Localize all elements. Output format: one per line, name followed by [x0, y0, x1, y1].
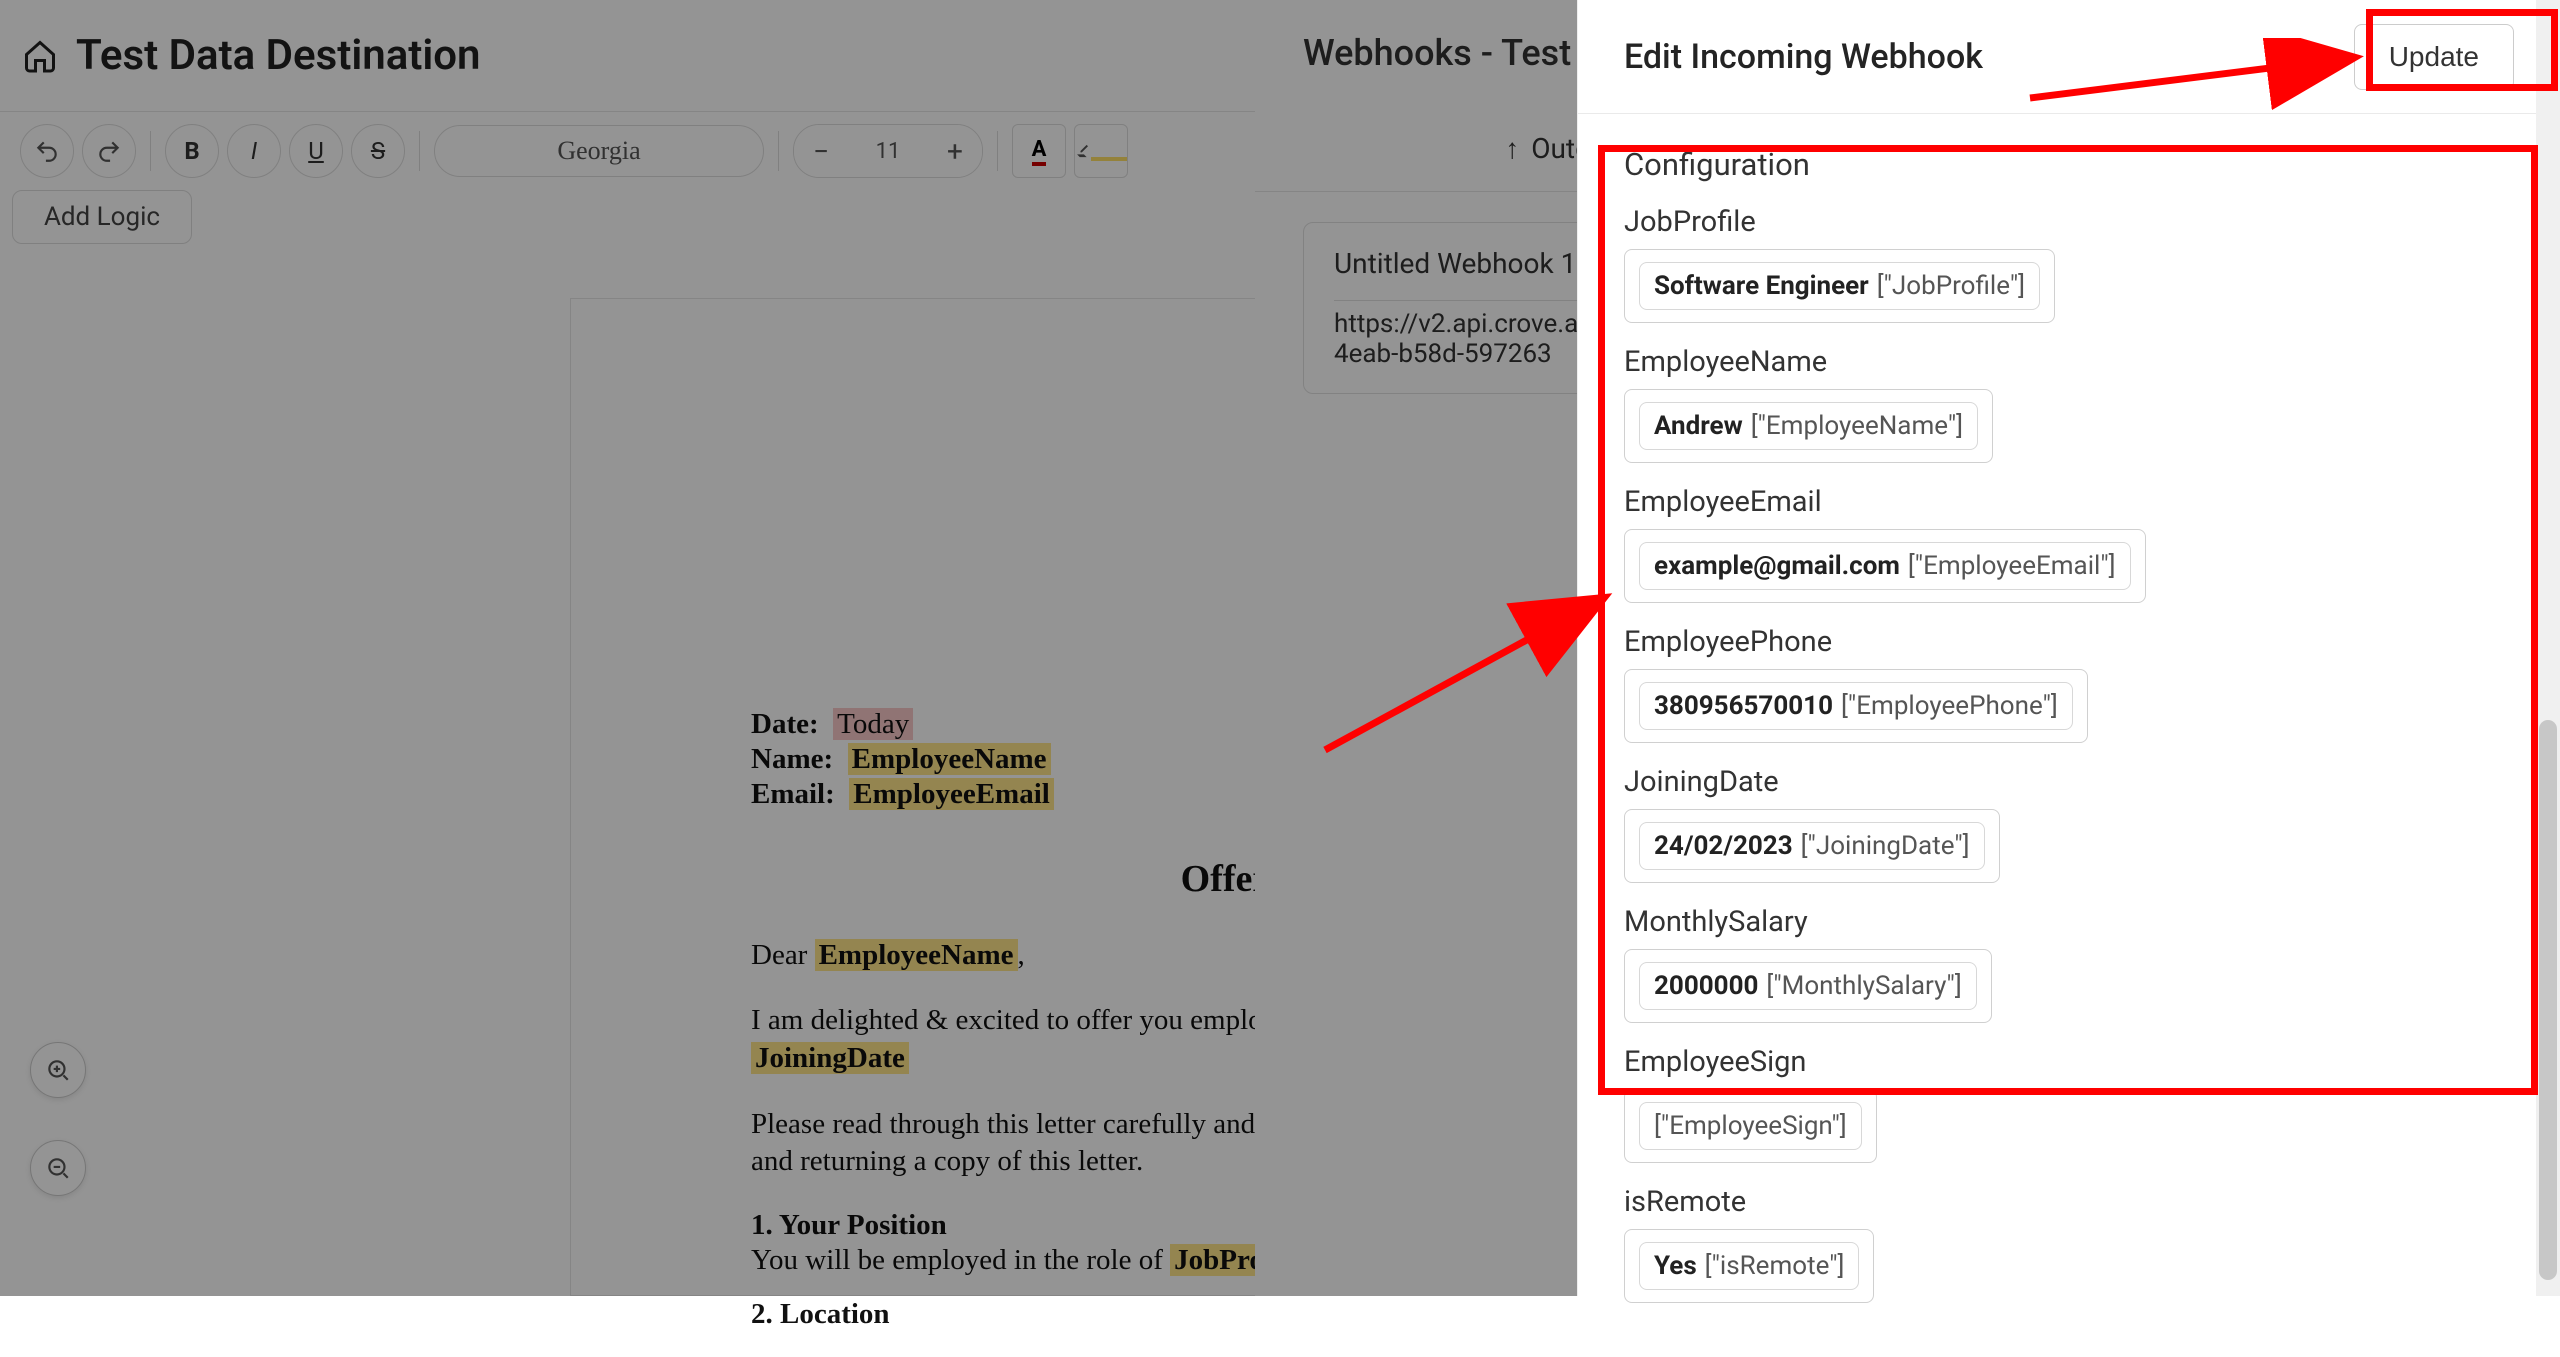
config-value-pill[interactable]: ["EmployeeSign"] [1639, 1102, 1862, 1150]
config-value: 2000000 [1654, 971, 1758, 1001]
config-field-employeesign: EmployeeSign ["EmployeeSign"] [1624, 1045, 2514, 1163]
config-field-employeephone: EmployeePhone 380956570010 ["EmployeePhone… [1624, 625, 2514, 743]
config-field-jobprofile: JobProfile Software Engineer ["JobProfile"… [1624, 205, 2514, 323]
name-label: Name: [751, 743, 833, 775]
separator [150, 131, 151, 171]
page-title: Test Data Destination [76, 31, 481, 80]
config-value: 24/02/2023 [1654, 831, 1793, 861]
config-value: Andrew [1654, 411, 1743, 441]
config-value-pill[interactable]: example@gmail.com ["EmployeeEmail"] [1639, 542, 2131, 590]
email-label: Email: [751, 778, 835, 810]
config-field-label: EmployeeEmail [1624, 485, 2514, 519]
config-field-label: EmployeeSign [1624, 1045, 2514, 1079]
config-value: example@gmail.com [1654, 551, 1900, 581]
email-token[interactable]: EmployeeEmail [849, 778, 1054, 810]
config-field-label: JoiningDate [1624, 765, 2514, 799]
strike-button[interactable]: S [351, 124, 405, 178]
config-hint: ["JoiningDate"] [1801, 831, 1970, 861]
config-heading: Configuration [1624, 146, 2514, 183]
config-field-box[interactable]: Software Engineer ["JobProfile"] [1624, 249, 2055, 323]
undo-button[interactable] [20, 124, 74, 178]
edit-webhook-panel: Edit Incoming Webhook Update Configurati… [1577, 0, 2560, 1296]
config-value-pill[interactable]: 2000000 ["MonthlySalary"] [1639, 962, 1977, 1010]
config-value-pill[interactable]: Yes ["isRemote"] [1639, 1242, 1859, 1290]
increase-size-button[interactable]: + [928, 125, 982, 177]
update-button[interactable]: Update [2354, 24, 2514, 90]
config-field-label: EmployeePhone [1624, 625, 2514, 659]
zoom-controls [30, 1042, 86, 1196]
config-hint: ["EmployeePhone"] [1841, 691, 2058, 721]
date-label: Date: [751, 708, 819, 740]
joiningdate-token[interactable]: JoiningDate [751, 1042, 909, 1074]
font-select[interactable]: Georgia [434, 125, 764, 177]
italic-button[interactable]: I [227, 124, 281, 178]
config-hint: ["isRemote"] [1705, 1251, 1845, 1281]
config-hint: ["EmployeeEmail"] [1908, 551, 2116, 581]
config-field-label: EmployeeName [1624, 345, 2514, 379]
config-field-box[interactable]: 380956570010 ["EmployeePhone"] [1624, 669, 2088, 743]
config-value: 380956570010 [1654, 691, 1833, 721]
config-section: Configuration JobProfile Software Enginee… [1578, 114, 2560, 1357]
config-hint: ["MonthlySalary"] [1766, 971, 1961, 1001]
config-value-pill[interactable]: 24/02/2023 ["JoiningDate"] [1639, 822, 1985, 870]
separator [778, 131, 779, 171]
scroll-thumb[interactable] [2539, 720, 2557, 1280]
config-value-pill[interactable]: Software Engineer ["JobProfile"] [1639, 262, 2040, 310]
config-field-employeeemail: EmployeeEmail example@gmail.com ["Employee… [1624, 485, 2514, 603]
config-field-box[interactable]: example@gmail.com ["EmployeeEmail"] [1624, 529, 2146, 603]
separator [997, 131, 998, 171]
name-token[interactable]: EmployeeName [848, 743, 1051, 775]
add-logic-button[interactable]: Add Logic [12, 190, 192, 244]
home-icon[interactable] [20, 36, 60, 76]
config-field-label: MonthlySalary [1624, 905, 2514, 939]
config-value-pill[interactable]: 380956570010 ["EmployeePhone"] [1639, 682, 2073, 730]
config-field-joiningdate: JoiningDate 24/02/2023 ["JoiningDate"] [1624, 765, 2514, 883]
bold-button[interactable]: B [165, 124, 219, 178]
config-hint: ["EmployeeSign"] [1654, 1111, 1847, 1141]
zoom-in-button[interactable] [30, 1042, 86, 1098]
date-token[interactable]: Today [833, 708, 913, 740]
config-field-box[interactable]: 2000000 ["MonthlySalary"] [1624, 949, 1992, 1023]
config-field-box[interactable]: Yes ["isRemote"] [1624, 1229, 1874, 1303]
config-field-box[interactable]: Andrew ["EmployeeName"] [1624, 389, 1993, 463]
config-field-monthlysalary: MonthlySalary 2000000 ["MonthlySalary"] [1624, 905, 2514, 1023]
config-field-label: isRemote [1624, 1185, 2514, 1219]
edit-title: Edit Incoming Webhook [1624, 37, 1983, 77]
config-field-label: JobProfile [1624, 205, 2514, 239]
font-size-stepper[interactable]: − 11 + [793, 124, 983, 178]
redo-button[interactable] [82, 124, 136, 178]
config-field-employeename: EmployeeName Andrew ["EmployeeName"] [1624, 345, 2514, 463]
highlight-color-button[interactable] [1074, 124, 1128, 178]
config-hint: ["EmployeeName"] [1751, 411, 1963, 441]
text-color-button[interactable]: A [1012, 124, 1066, 178]
underline-button[interactable]: U [289, 124, 343, 178]
name-token[interactable]: EmployeeName [815, 939, 1018, 971]
decrease-size-button[interactable]: − [794, 125, 848, 177]
config-hint: ["JobProfile"] [1877, 271, 2025, 301]
config-field-isremote: isRemote Yes ["isRemote"] [1624, 1185, 2514, 1303]
edit-header: Edit Incoming Webhook Update [1578, 0, 2560, 114]
config-value: Yes [1654, 1251, 1697, 1281]
config-value-pill[interactable]: Andrew ["EmployeeName"] [1639, 402, 1978, 450]
font-size-value: 11 [848, 139, 928, 164]
config-field-box[interactable]: 24/02/2023 ["JoiningDate"] [1624, 809, 2000, 883]
zoom-out-button[interactable] [30, 1140, 86, 1196]
arrow-up-icon: ↑ [1505, 132, 1519, 165]
separator [419, 131, 420, 171]
config-value: Software Engineer [1654, 271, 1869, 301]
config-field-box[interactable]: ["EmployeeSign"] [1624, 1089, 1877, 1163]
scrollbar[interactable] [2536, 0, 2560, 1296]
